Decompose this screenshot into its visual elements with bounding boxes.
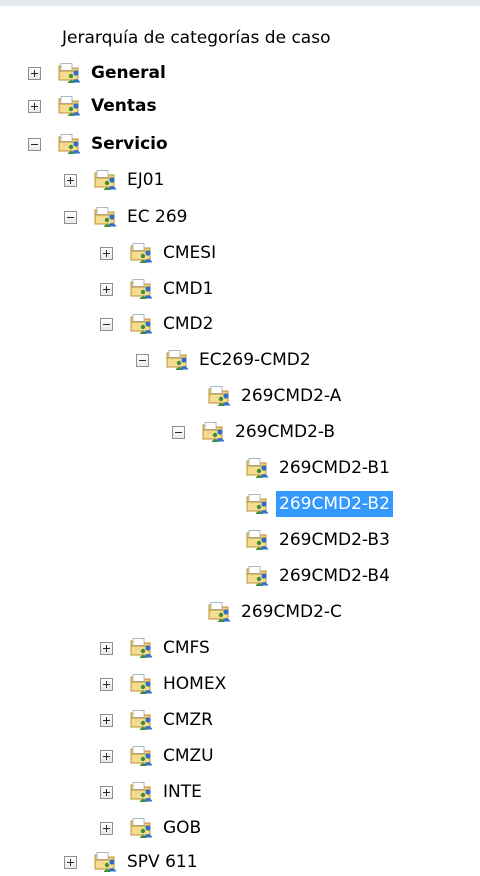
tree-node-label[interactable]: GOB <box>160 815 204 841</box>
category-folder-icon <box>130 314 153 334</box>
tree-node-cmd2[interactable]: CMD2 <box>100 307 216 341</box>
category-folder-icon <box>246 566 269 586</box>
tree-node-ventas[interactable]: Ventas <box>28 89 160 123</box>
tree-node-cmd1[interactable]: CMD1 <box>100 272 216 306</box>
collapse-toggle-icon[interactable] <box>28 137 41 151</box>
expand-toggle-icon[interactable] <box>100 821 113 835</box>
tree-node-label[interactable]: HOMEX <box>160 671 229 697</box>
category-folder-icon <box>94 207 117 227</box>
tree-node-label[interactable]: CMZU <box>160 743 217 769</box>
category-folder-icon <box>94 852 117 872</box>
tree-node-label[interactable]: INTE <box>160 779 205 805</box>
tree-node-servicio[interactable]: Servicio <box>28 127 171 161</box>
category-folder-icon <box>130 638 153 658</box>
tree-node-label-selected[interactable]: 269CMD2-B2 <box>276 491 393 517</box>
category-folder-icon <box>246 530 269 550</box>
tree-node-label[interactable]: EJ01 <box>124 167 167 193</box>
tree-node-269cmd2-b[interactable]: 269CMD2-B <box>172 415 338 449</box>
category-folder-icon <box>130 818 153 838</box>
tree-node-label[interactable]: 269CMD2-B4 <box>276 563 393 589</box>
category-folder-icon <box>58 63 81 83</box>
tree-node-269cmd2-c[interactable]: 269CMD2-C <box>178 595 345 629</box>
expand-toggle-icon[interactable] <box>100 785 113 799</box>
tree-node-gob[interactable]: GOB <box>100 811 204 845</box>
category-folder-icon <box>58 134 81 154</box>
tree-node-label[interactable]: General <box>88 60 169 86</box>
tree-node-ec269-cmd2[interactable]: EC269-CMD2 <box>136 343 314 377</box>
expand-toggle-icon[interactable] <box>28 99 41 113</box>
tree-node-269cmd2-a[interactable]: 269CMD2-A <box>178 379 344 413</box>
tree-node-cmzu[interactable]: CMZU <box>100 739 217 773</box>
tree-node-label[interactable]: EC 269 <box>124 204 190 230</box>
tree-node-ej01[interactable]: EJ01 <box>64 163 167 197</box>
category-folder-icon <box>94 170 117 190</box>
expand-toggle-icon[interactable] <box>100 749 113 763</box>
category-folder-icon <box>130 746 153 766</box>
case-category-tree: General Ventas Servicio EJ01 EC 269 CMES… <box>0 0 480 876</box>
expand-toggle-icon[interactable] <box>64 855 77 869</box>
tree-node-label[interactable]: EC269-CMD2 <box>196 347 314 373</box>
tree-node-general[interactable]: General <box>28 56 169 90</box>
category-folder-icon <box>130 243 153 263</box>
collapse-toggle-icon[interactable] <box>64 210 77 224</box>
expand-toggle-icon[interactable] <box>100 282 113 296</box>
category-folder-icon <box>130 674 153 694</box>
tree-node-label[interactable]: CMZR <box>160 707 216 733</box>
category-folder-icon <box>130 279 153 299</box>
tree-node-cmesi[interactable]: CMESI <box>100 236 219 270</box>
tree-node-spv-611[interactable]: SPV 611 <box>64 845 201 876</box>
tree-node-label[interactable]: 269CMD2-B3 <box>276 527 393 553</box>
collapse-toggle-icon[interactable] <box>100 317 113 331</box>
expand-toggle-icon[interactable] <box>100 713 113 727</box>
tree-node-label[interactable]: 269CMD2-B1 <box>276 455 393 481</box>
category-folder-icon <box>208 602 231 622</box>
category-folder-icon <box>166 350 189 370</box>
category-folder-icon <box>130 782 153 802</box>
category-folder-icon <box>202 422 225 442</box>
expand-toggle-icon[interactable] <box>100 641 113 655</box>
expand-toggle-icon[interactable] <box>64 173 77 187</box>
tree-node-label[interactable]: 269CMD2-A <box>238 383 344 409</box>
expand-toggle-icon[interactable] <box>100 246 113 260</box>
tree-node-homex[interactable]: HOMEX <box>100 667 229 701</box>
tree-node-label[interactable]: Ventas <box>88 93 160 119</box>
tree-node-269cmd2-b1[interactable]: 269CMD2-B1 <box>216 451 393 485</box>
collapse-toggle-icon[interactable] <box>136 353 149 367</box>
tree-node-label[interactable]: 269CMD2-B <box>232 419 338 445</box>
expand-toggle-icon[interactable] <box>100 677 113 691</box>
collapse-toggle-icon[interactable] <box>172 425 185 439</box>
category-folder-icon <box>208 386 231 406</box>
tree-node-label[interactable]: CMD1 <box>160 276 216 302</box>
tree-node-269cmd2-b2[interactable]: 269CMD2-B2 <box>216 487 393 521</box>
tree-node-label[interactable]: Servicio <box>88 131 171 157</box>
tree-node-cmfs[interactable]: CMFS <box>100 631 213 665</box>
tree-node-269cmd2-b4[interactable]: 269CMD2-B4 <box>216 559 393 593</box>
tree-node-cmzr[interactable]: CMZR <box>100 703 216 737</box>
category-folder-icon <box>130 710 153 730</box>
category-folder-icon <box>58 96 81 116</box>
expand-toggle-icon[interactable] <box>28 66 41 80</box>
tree-node-label[interactable]: CMESI <box>160 240 219 266</box>
tree-node-label[interactable]: SPV 611 <box>124 849 201 875</box>
tree-node-269cmd2-b3[interactable]: 269CMD2-B3 <box>216 523 393 557</box>
tree-node-label[interactable]: CMFS <box>160 635 213 661</box>
category-folder-icon <box>246 494 269 514</box>
tree-node-label[interactable]: 269CMD2-C <box>238 599 345 625</box>
tree-node-label[interactable]: CMD2 <box>160 311 216 337</box>
tree-node-inte[interactable]: INTE <box>100 775 205 809</box>
category-folder-icon <box>246 458 269 478</box>
tree-node-ec-269[interactable]: EC 269 <box>64 200 190 234</box>
